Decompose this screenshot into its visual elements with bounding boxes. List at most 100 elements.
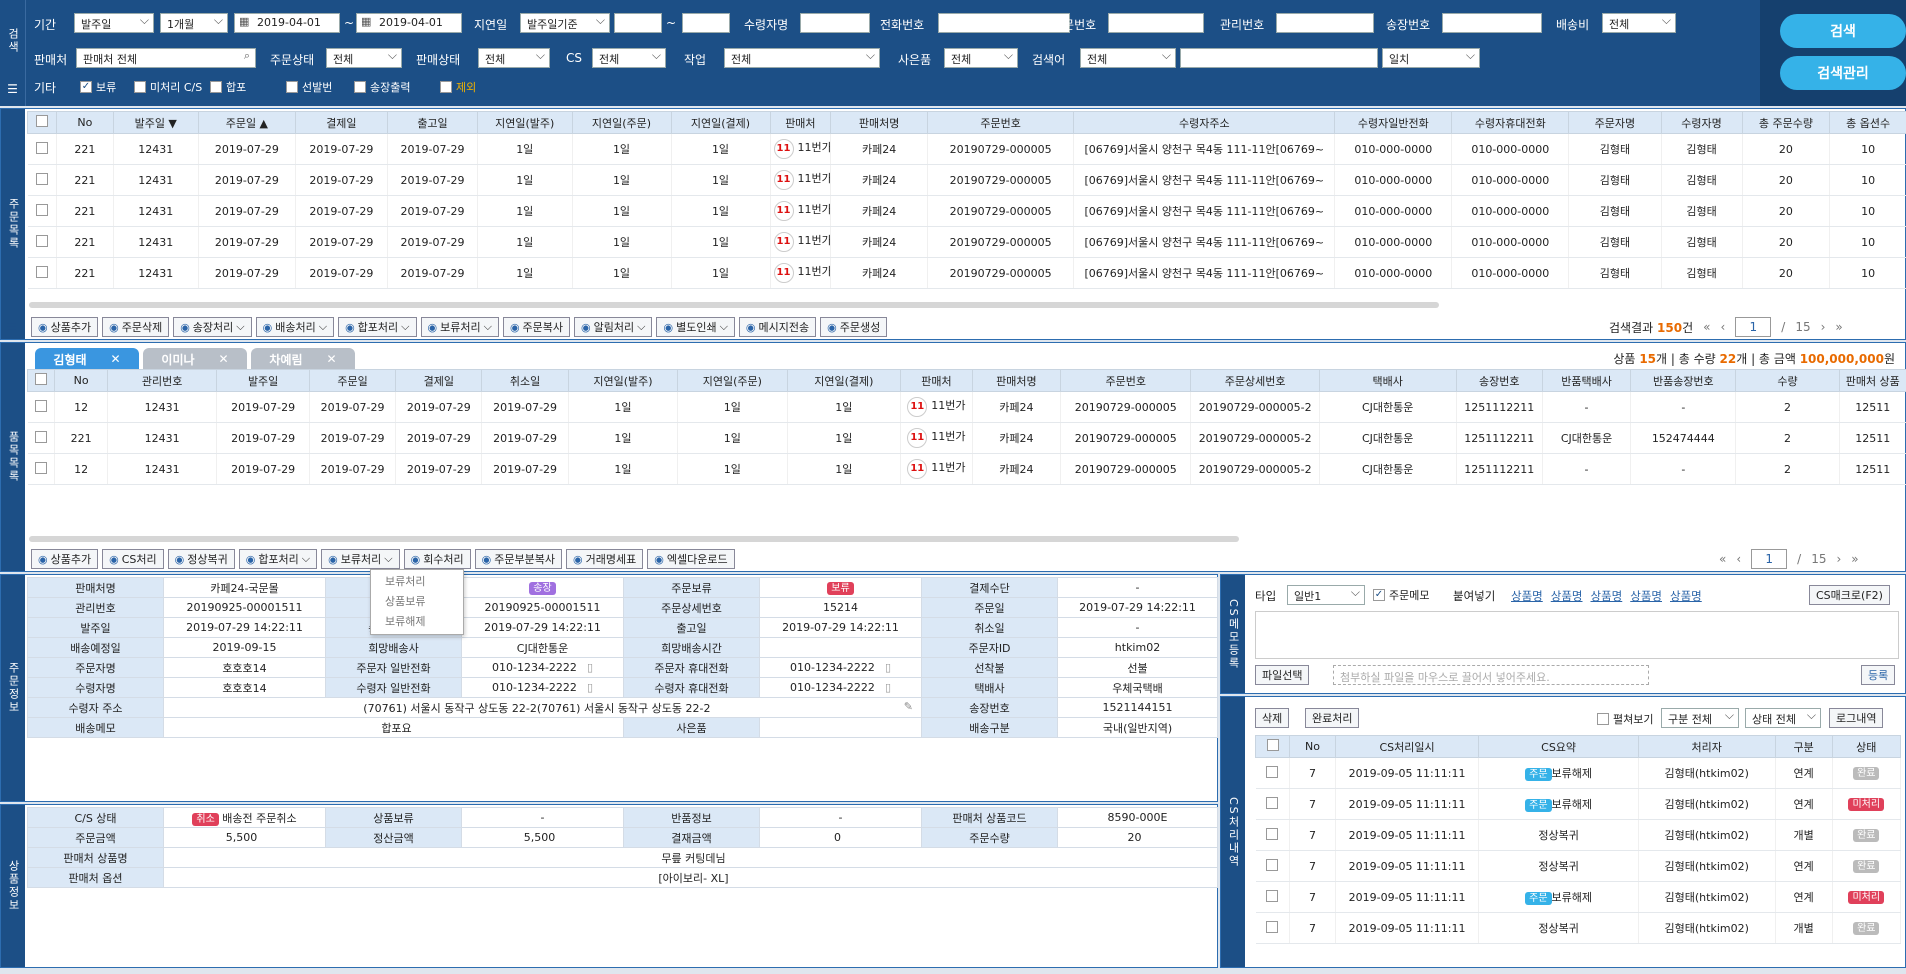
column-header[interactable]: 수령자휴대전화 bbox=[1451, 111, 1570, 134]
checkbox[interactable] bbox=[35, 141, 48, 154]
column-header[interactable]: No bbox=[1289, 735, 1336, 758]
column-header[interactable]: 판매처 bbox=[769, 111, 832, 134]
first-page-icon[interactable]: « bbox=[1719, 552, 1726, 566]
check-option[interactable]: ✓ 보류 bbox=[80, 79, 116, 95]
row-select-cell[interactable] bbox=[1255, 757, 1291, 789]
checkbox[interactable] bbox=[34, 461, 47, 474]
period-range-select[interactable]: 1개월 bbox=[160, 13, 228, 33]
column-header[interactable]: CS요약 bbox=[1478, 735, 1639, 758]
toolbar-button[interactable]: ◉ 알림처리 ⌵ bbox=[574, 317, 653, 337]
table-row[interactable]: 7 2019-09-05 11:11:11 정상복귀 김형태(htkim02) 연계 완료 bbox=[1255, 850, 1902, 882]
checkbox[interactable] bbox=[1266, 827, 1279, 840]
column-header[interactable]: 판매처 bbox=[900, 369, 973, 392]
toolbar-button[interactable]: ◉ 주문복사 bbox=[502, 317, 571, 337]
checkbox[interactable] bbox=[1266, 889, 1279, 902]
invoice-input[interactable] bbox=[1442, 13, 1542, 33]
row-select-cell[interactable] bbox=[1255, 788, 1291, 820]
next-page-icon[interactable]: › bbox=[1836, 552, 1841, 566]
column-header[interactable]: 주문일 bbox=[308, 369, 397, 392]
column-header[interactable]: 취소일 bbox=[481, 369, 569, 392]
toolbar-button[interactable]: ◉ 별도인쇄 ⌵ bbox=[656, 317, 735, 337]
keyword-type-select[interactable]: 전체 bbox=[1080, 48, 1176, 68]
column-header[interactable]: 지연일(발주) bbox=[567, 369, 679, 392]
column-header[interactable]: 발주일 bbox=[216, 369, 310, 392]
toolbar-button[interactable]: ◉ 합포처리 ⌵ bbox=[338, 317, 417, 337]
menu-item[interactable]: 보류해제 bbox=[371, 610, 463, 630]
column-header[interactable]: CS처리일시 bbox=[1334, 735, 1480, 758]
table-row[interactable]: 221 12431 2019-07-29 2019-07-29 2019-07-29 1일… bbox=[27, 257, 1906, 289]
toolbar-button[interactable]: ◉ 상품추가 bbox=[31, 317, 99, 337]
row-select-cell[interactable] bbox=[27, 195, 58, 227]
toolbar-button[interactable]: ◉ 배송처리 ⌵ bbox=[255, 317, 335, 337]
column-header[interactable]: 지연일(발주) bbox=[477, 111, 573, 134]
close-icon[interactable]: ✕ bbox=[111, 352, 121, 366]
column-header[interactable]: 상태 bbox=[1831, 735, 1902, 758]
check-option[interactable]: 합포 bbox=[210, 79, 246, 95]
checkbox[interactable] bbox=[1266, 858, 1279, 871]
phone-icon[interactable]: ▯ bbox=[885, 661, 891, 674]
column-header[interactable]: 판매처 상품 bbox=[1838, 369, 1906, 392]
filter-toggle-icon[interactable]: ☰ bbox=[7, 82, 18, 96]
shipfee-select[interactable]: 전체 bbox=[1602, 13, 1676, 33]
page-input[interactable]: 1 bbox=[1735, 317, 1772, 337]
checkbox[interactable] bbox=[1266, 765, 1279, 778]
column-header[interactable]: 결제일 bbox=[294, 111, 389, 134]
column-header[interactable]: 수령자주소 bbox=[1073, 111, 1336, 134]
toolbar-button[interactable]: ◉ 엑셀다운로드 bbox=[647, 549, 735, 569]
column-header[interactable]: 주문번호 bbox=[926, 111, 1075, 134]
period-type-select[interactable]: 발주일 bbox=[74, 13, 154, 33]
phone-icon[interactable]: ▯ bbox=[587, 661, 593, 674]
paste-link[interactable]: 상품명 bbox=[1670, 588, 1702, 604]
table-row[interactable]: 7 2019-09-05 11:11:11 주문 보류해제 김형태(htkim02) 연계… bbox=[1255, 788, 1902, 820]
toolbar-button[interactable]: ◉ 보류처리 ⌵ bbox=[321, 549, 400, 569]
check-option[interactable]: 송장출력 bbox=[354, 79, 410, 95]
column-header[interactable]: 총 주문수량 bbox=[1741, 111, 1831, 134]
column-header[interactable]: 지연일(결제) bbox=[670, 111, 771, 134]
row-select-cell[interactable] bbox=[1255, 881, 1291, 913]
gift-select[interactable]: 전체 bbox=[944, 48, 1018, 68]
table-row[interactable]: 221 12431 2019-07-29 2019-07-29 2019-07-29 1일… bbox=[27, 195, 1906, 227]
column-header[interactable]: 처리자 bbox=[1637, 735, 1776, 758]
delete-button[interactable]: 삭제 bbox=[1255, 708, 1290, 728]
column-header[interactable]: 판매처명 bbox=[971, 369, 1062, 392]
toolbar-button[interactable]: ◉ 송장처리 ⌵ bbox=[173, 317, 252, 337]
toolbar-button[interactable]: ◉ 회수처리 bbox=[403, 549, 471, 569]
select-all-cell[interactable] bbox=[26, 369, 56, 392]
row-select-cell[interactable] bbox=[1255, 850, 1291, 882]
register-button[interactable]: 등록 bbox=[1861, 665, 1896, 685]
close-icon[interactable]: ✕ bbox=[219, 352, 229, 366]
toolbar-button[interactable]: ◉ CS처리 bbox=[102, 549, 164, 569]
toolbar-menu-icon[interactable]: ☰ bbox=[7, 320, 17, 334]
search-button[interactable]: 검색 bbox=[1780, 14, 1906, 48]
checkbox[interactable] bbox=[35, 265, 48, 278]
last-page-icon[interactable]: » bbox=[1851, 552, 1858, 566]
table-row[interactable]: 221 12431 2019-07-29 2019-07-29 2019-07-29 1일… bbox=[27, 133, 1906, 165]
column-header[interactable]: 결제일 bbox=[395, 369, 483, 392]
row-select-cell[interactable] bbox=[27, 133, 58, 165]
row-select-cell[interactable] bbox=[27, 257, 58, 289]
paste-link[interactable]: 상품명 bbox=[1591, 588, 1623, 604]
sale-status-select[interactable]: 전체 bbox=[478, 48, 550, 68]
column-header[interactable]: 지연일(주문) bbox=[571, 111, 672, 134]
column-header[interactable]: 수령자일반전화 bbox=[1334, 111, 1453, 134]
column-header[interactable]: 판매처명 bbox=[830, 111, 928, 134]
log-button[interactable]: 로그내역 bbox=[1829, 708, 1884, 728]
checkbox[interactable] bbox=[36, 115, 49, 127]
row-select-cell[interactable] bbox=[27, 453, 56, 485]
prev-page-icon[interactable]: ‹ bbox=[1720, 320, 1725, 334]
row-select-cell[interactable] bbox=[27, 422, 56, 454]
column-header[interactable]: 수령자명 bbox=[1660, 111, 1743, 134]
column-header[interactable]: 출고일 bbox=[387, 111, 478, 134]
toolbar-button[interactable]: ◉ 정상복귀 bbox=[167, 549, 235, 569]
next-page-icon[interactable]: › bbox=[1821, 320, 1826, 334]
table-row[interactable]: 12 12431 2019-07-29 2019-07-29 2019-07-29 201… bbox=[27, 453, 1906, 485]
menu-item[interactable]: 상품보류 bbox=[371, 590, 463, 610]
checkbox[interactable] bbox=[1266, 796, 1279, 809]
phone-icon[interactable]: ▯ bbox=[587, 681, 593, 694]
phone-input[interactable] bbox=[938, 13, 1070, 33]
delay-from-input[interactable] bbox=[614, 13, 662, 33]
column-header[interactable]: 주문일 ▲ bbox=[198, 111, 296, 134]
toolbar-button[interactable]: ◉ 메시지전송 bbox=[738, 317, 817, 337]
column-header[interactable]: 반품송장번호 bbox=[1630, 369, 1737, 392]
table-row[interactable]: 7 2019-09-05 11:11:11 주문 보류해제 김형태(htkim02) 연계… bbox=[1255, 881, 1902, 913]
